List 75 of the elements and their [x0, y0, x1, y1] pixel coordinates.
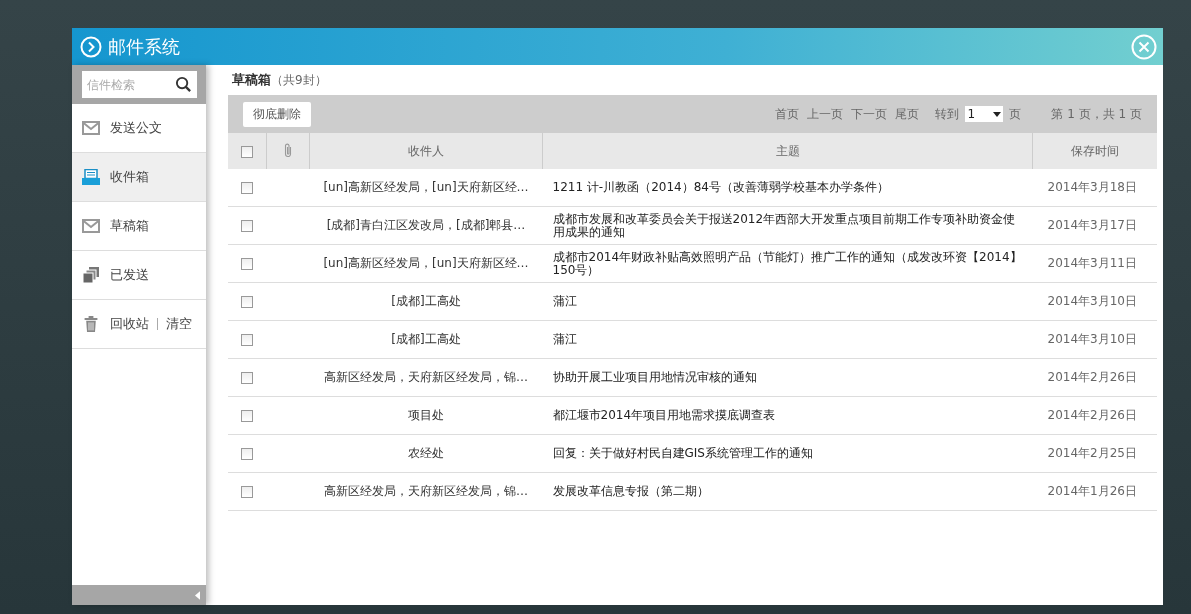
caret-left-icon[interactable]: [195, 590, 200, 600]
row-checkbox[interactable]: [241, 334, 254, 346]
row-checkbox[interactable]: [241, 486, 254, 498]
sidebar-label: 收件箱: [110, 168, 149, 186]
time-cell: 2014年2月26日: [1032, 358, 1157, 397]
recipient-cell: 农经处: [309, 434, 543, 473]
time-cell: 2014年3月10日: [1032, 320, 1157, 359]
first-page-link[interactable]: 首页: [775, 105, 800, 123]
row-checkbox[interactable]: [241, 410, 254, 422]
message-count: （共9封）: [271, 71, 327, 89]
search-field[interactable]: 信件检索: [82, 71, 197, 98]
subject-cell: 1211 计-川教函（2014）84号（改善薄弱学校基本办学条件）: [542, 169, 1033, 207]
folder-name: 草稿箱: [232, 71, 271, 89]
stacked-pages-icon: [82, 267, 100, 283]
column-header: 保存时间: [1032, 133, 1157, 169]
column-header: 主题: [542, 133, 1033, 169]
row-checkbox[interactable]: [241, 296, 254, 308]
recipient-cell: 高新区经发局，天府新区经发局，锦…: [309, 472, 543, 511]
empty-trash-link[interactable]: 清空: [166, 315, 192, 333]
sidebar-item[interactable]: 已发送: [72, 251, 206, 300]
subject-cell: 蒲江: [542, 320, 1033, 359]
recipient-cell: 高新区经发局，天府新区经发局，锦…: [309, 358, 543, 397]
chevron-circle-icon: [80, 35, 102, 58]
column-header: 收件人: [309, 133, 543, 169]
row-checkbox[interactable]: [241, 258, 254, 270]
time-cell: 2014年3月11日: [1032, 244, 1157, 283]
next-page-link[interactable]: 下一页: [851, 105, 888, 123]
time-cell: 2014年1月26日: [1032, 472, 1157, 511]
recipient-cell: [un]高新区经发局，[un]天府新区经…: [309, 244, 543, 283]
subject-cell: 成都市2014年财政补贴高效照明产品（节能灯）推广工作的通知（成发改环资【2014】150号）: [542, 244, 1033, 283]
time-cell: 2014年3月10日: [1032, 282, 1157, 321]
sidebar-item[interactable]: 发送公文: [72, 104, 206, 153]
window-title: 邮件系统: [108, 34, 181, 59]
trash-icon: [82, 316, 100, 332]
select-all-checkbox[interactable]: [241, 145, 253, 158]
previous-page-link[interactable]: 上一页: [807, 105, 844, 123]
last-page-link[interactable]: 尾页: [895, 105, 920, 123]
recipient-cell: [un]高新区经发局，[un]天府新区经…: [309, 169, 543, 207]
envelope-icon: [82, 218, 100, 234]
sidebar-item[interactable]: 回收站 清空: [72, 300, 206, 349]
recipient-cell: [成都]青白江区发改局，[成都]郫县…: [309, 206, 543, 245]
sidebar-label: 回收站: [110, 315, 149, 333]
time-cell: 2014年2月26日: [1032, 396, 1157, 435]
sidebar-item[interactable]: 收件箱: [72, 153, 206, 202]
tray-icon: [82, 169, 100, 185]
subject-cell: 协助开展工业项目用地情况审核的通知: [542, 358, 1033, 397]
subject-cell: 都江堰市2014年项目用地需求摸底调查表: [542, 396, 1033, 435]
recipient-cell: [成都]工高处: [309, 282, 543, 321]
time-cell: 2014年2月25日: [1032, 434, 1157, 473]
search-icon[interactable]: [175, 76, 192, 93]
time-cell: 2014年3月18日: [1032, 169, 1157, 207]
subject-cell: 回复：关于做好村民自建GIS系统管理工作的通知: [542, 434, 1033, 473]
sidebar-label: 发送公文: [110, 119, 162, 137]
row-checkbox[interactable]: [241, 220, 254, 232]
sidebar-label: 草稿箱: [110, 217, 149, 235]
row-checkbox[interactable]: [241, 448, 254, 460]
envelope-icon: [82, 120, 100, 136]
subject-cell: 成都市发展和改革委员会关于报送2012年西部大开发重点项目前期工作专项补助资金使用成果的通知: [542, 206, 1033, 245]
delete-button[interactable]: 彻底删除: [243, 101, 311, 127]
sidebar-item[interactable]: 草稿箱: [72, 202, 206, 251]
row-checkbox[interactable]: [241, 372, 254, 384]
page-info: 第 1 页，共 1 页: [1051, 105, 1142, 123]
recipient-cell: 项目处: [309, 396, 543, 435]
page-unit-label: 页: [1009, 105, 1022, 123]
sidebar-label: 已发送: [110, 266, 149, 284]
goto-label: 转到: [935, 105, 960, 123]
page-select[interactable]: 1: [965, 106, 1004, 122]
close-button[interactable]: [1131, 33, 1157, 60]
row-checkbox[interactable]: [241, 182, 254, 194]
caret-down-icon[interactable]: [993, 111, 1002, 117]
subject-cell: 发展改革信息专报（第二期）: [542, 472, 1033, 511]
recipient-cell: [成都]工高处: [309, 320, 543, 359]
subject-cell: 蒲江: [542, 282, 1033, 321]
time-cell: 2014年3月17日: [1032, 206, 1157, 245]
paperclip-icon: [284, 141, 292, 158]
